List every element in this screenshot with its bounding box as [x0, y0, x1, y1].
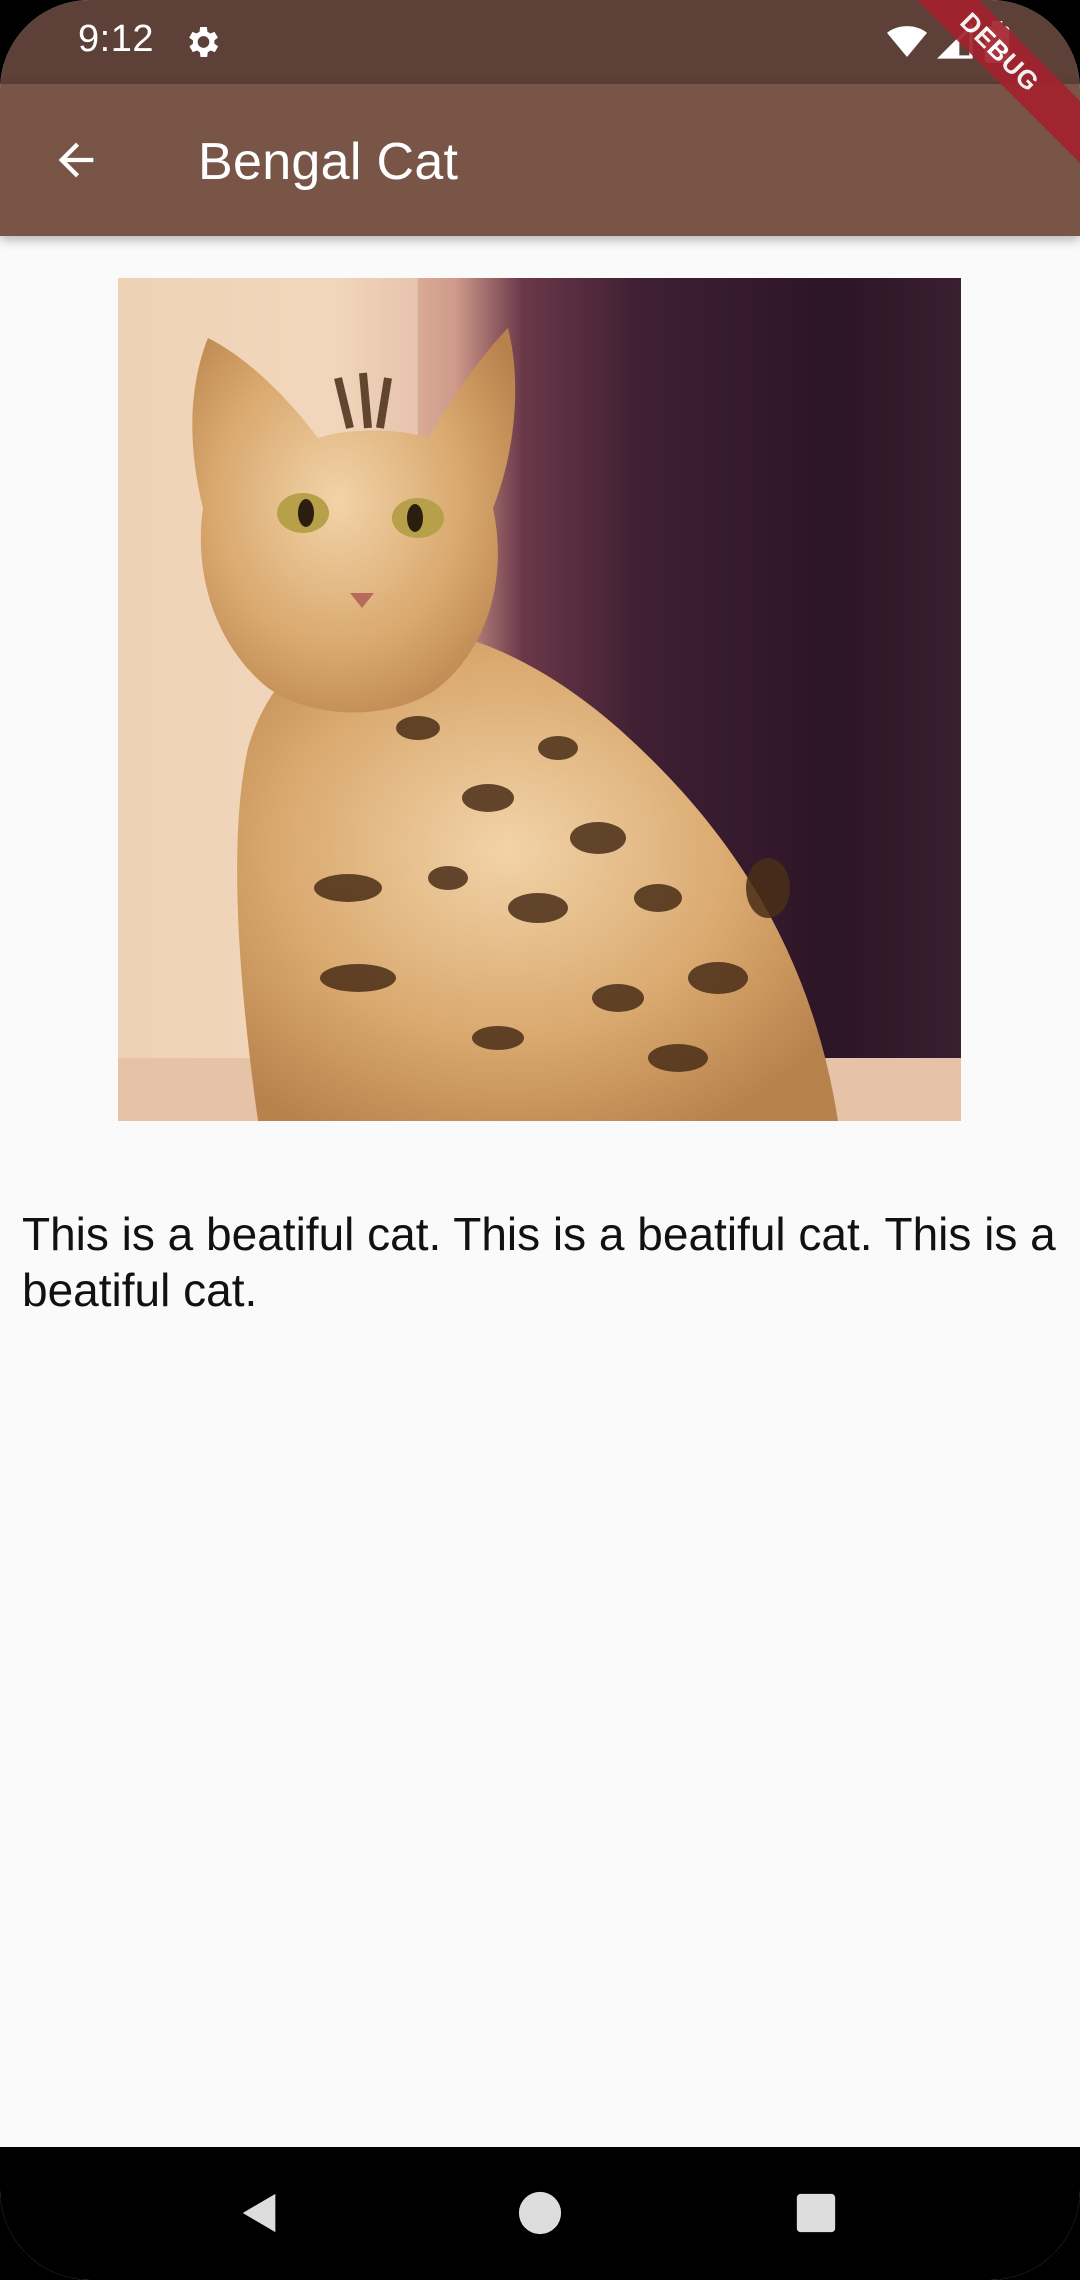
recents-square-icon [796, 2193, 836, 2233]
back-button[interactable] [38, 122, 114, 198]
phone-screen: 9:12 Bengal Cat DEBUG This is a beatiful… [0, 0, 1080, 2280]
system-nav-bar [0, 2147, 1080, 2280]
home-circle-icon [518, 2191, 562, 2235]
app-bar: Bengal Cat [0, 84, 1080, 236]
nav-recents-button[interactable] [778, 2175, 854, 2251]
back-triangle-icon [242, 2193, 276, 2233]
nav-back-button[interactable] [222, 2175, 298, 2251]
nav-home-button[interactable] [502, 2175, 578, 2251]
cat-photo [118, 278, 961, 1121]
gear-icon [189, 27, 219, 57]
bengal-cat-illustration [118, 278, 961, 1121]
status-time: 9:12 [78, 18, 154, 60]
description-text: This is a beatiful cat. This is a beatif… [22, 1208, 1056, 1316]
status-bar: 9:12 [0, 0, 1080, 84]
page-title: Bengal Cat [198, 133, 459, 191]
wifi-icon [887, 26, 927, 57]
arrow-back-icon [58, 142, 94, 178]
